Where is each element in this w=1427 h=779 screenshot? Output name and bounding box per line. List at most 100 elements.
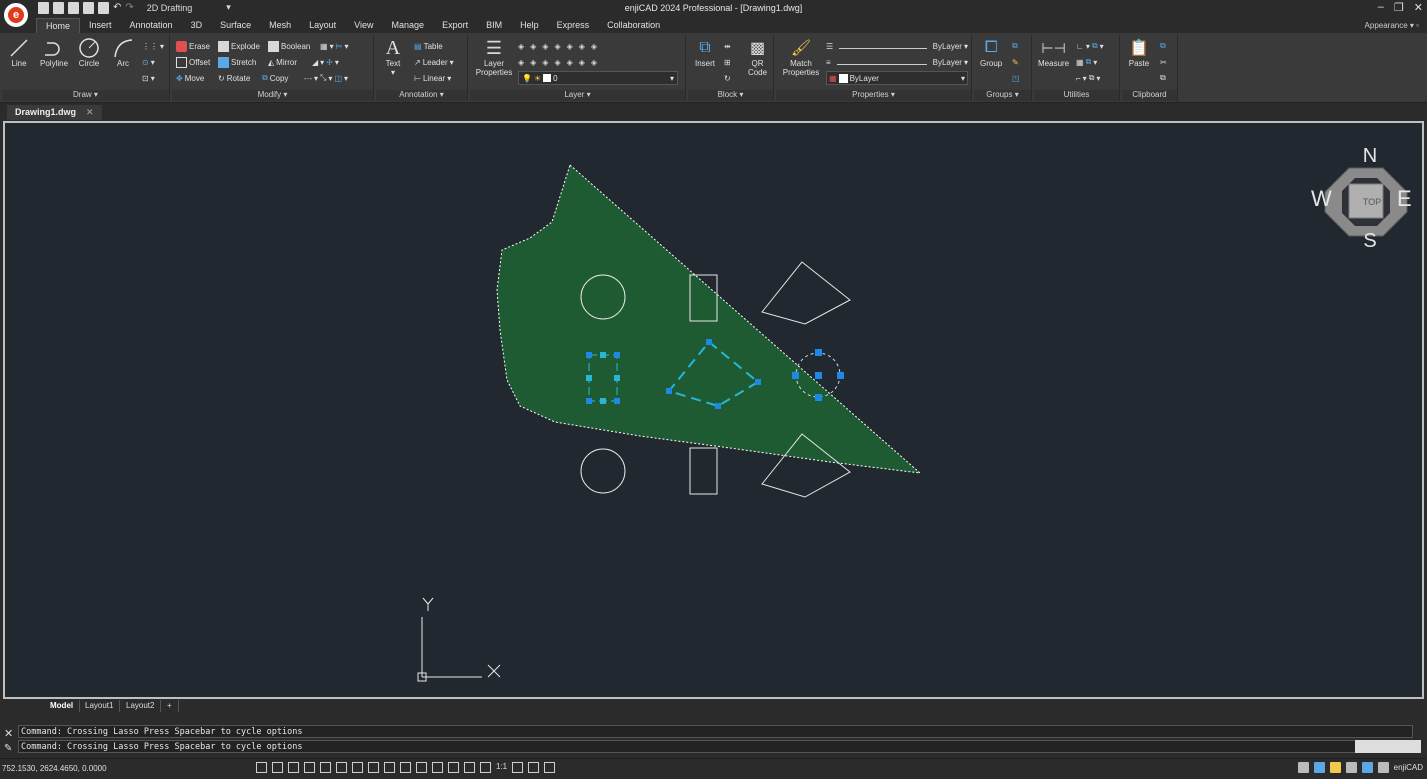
tab-surface[interactable]: Surface bbox=[211, 18, 260, 33]
close-tab-icon[interactable]: ✕ bbox=[86, 107, 94, 118]
circle-shape-bottom[interactable] bbox=[580, 448, 626, 494]
layout-tab-add[interactable]: + bbox=[161, 700, 179, 712]
text-button[interactable]: A Text ▾ bbox=[382, 37, 404, 78]
osnap-icon[interactable] bbox=[320, 762, 331, 773]
copy-button[interactable]: ⧉ Copy bbox=[262, 71, 288, 85]
hardware-icon[interactable] bbox=[1345, 762, 1357, 773]
calculator-button[interactable]: ▦ ⧉ ▾ bbox=[1076, 55, 1097, 69]
table-button[interactable]: ▤ Table bbox=[414, 39, 443, 53]
isolate-icon[interactable] bbox=[448, 762, 459, 773]
transparency-icon[interactable] bbox=[400, 762, 411, 773]
layer-select[interactable]: 💡 ☀ 0 ▾ bbox=[518, 71, 678, 85]
fullscreen-icon[interactable] bbox=[1377, 762, 1389, 773]
group-edit-button[interactable]: ✎ bbox=[1012, 55, 1019, 69]
qr-code-button[interactable]: ▩ QR Code bbox=[742, 37, 773, 77]
settings-icon[interactable] bbox=[1297, 762, 1309, 773]
linetype-select[interactable]: ☰ ByLayer ▾ bbox=[826, 39, 968, 53]
panel-title-properties[interactable]: Properties ▾ bbox=[776, 90, 971, 101]
layout-tab-layout2[interactable]: Layout2 bbox=[120, 700, 162, 712]
erase-button[interactable]: Erase bbox=[176, 39, 210, 53]
otrack-icon[interactable] bbox=[336, 762, 347, 773]
rectangle-shape-bottom[interactable] bbox=[689, 447, 718, 495]
panel-title-block[interactable]: Block ▾ bbox=[688, 90, 773, 101]
command-input[interactable]: Command: Crossing Lasso Press Spacebar t… bbox=[18, 740, 1413, 753]
block-attr-button[interactable]: ⊞ bbox=[724, 55, 731, 69]
group-button[interactable]: ⧠ Group bbox=[980, 37, 1002, 68]
block-create-button[interactable]: ↻ bbox=[724, 71, 731, 85]
panel-title-groups[interactable]: Groups ▾ bbox=[974, 90, 1031, 101]
panel-title-layer[interactable]: Layer ▾ bbox=[470, 90, 685, 101]
tab-express[interactable]: Express bbox=[548, 18, 599, 33]
stretch-button[interactable]: Stretch bbox=[218, 55, 256, 69]
annotation-scale[interactable]: 1:1 bbox=[496, 762, 507, 773]
paste-button[interactable]: 📋 Paste bbox=[1128, 37, 1150, 68]
viewcube-north-label[interactable]: N bbox=[1358, 145, 1382, 168]
tab-export[interactable]: Export bbox=[433, 18, 477, 33]
appearance-menu[interactable]: Appearance ▾ ▫ bbox=[1365, 21, 1419, 30]
clean-screen-icon[interactable] bbox=[544, 762, 556, 773]
isolate-objects-icon[interactable] bbox=[1361, 762, 1373, 773]
tab-help[interactable]: Help bbox=[511, 18, 548, 33]
block-edit-button[interactable]: ⇹ bbox=[724, 39, 731, 53]
match-properties-button[interactable]: 🖌 Match Properties bbox=[780, 37, 822, 77]
tab-3d[interactable]: 3D bbox=[182, 18, 212, 33]
dyn-icon[interactable] bbox=[368, 762, 379, 773]
grid-icon[interactable] bbox=[256, 762, 267, 773]
layer-properties-button[interactable]: ☰ Layer Properties bbox=[474, 37, 514, 78]
ortho-icon[interactable] bbox=[288, 762, 299, 773]
arc-button[interactable]: Arc bbox=[112, 37, 134, 68]
rectangle-button[interactable]: ⊡ ▾ bbox=[142, 71, 155, 85]
annotation-monitor-icon[interactable] bbox=[432, 762, 443, 773]
quick-properties-icon[interactable] bbox=[528, 762, 540, 773]
break-button[interactable]: -·- ▾ ⤡ ▾ ◫ ▾ bbox=[304, 71, 348, 85]
lineweight-select[interactable]: ≡ ByLayer ▾ bbox=[826, 55, 968, 69]
viewcube-west-label[interactable]: W bbox=[1311, 186, 1332, 212]
viewcube-east-label[interactable]: E bbox=[1397, 186, 1412, 212]
copy-clip-button[interactable]: ⧉ bbox=[1160, 39, 1166, 53]
tab-insert[interactable]: Insert bbox=[80, 18, 121, 33]
cut-button[interactable]: ✂ bbox=[1160, 55, 1167, 69]
tab-manage[interactable]: Manage bbox=[383, 18, 434, 33]
lock-icon[interactable] bbox=[1313, 762, 1325, 773]
ducs-icon[interactable] bbox=[352, 762, 363, 773]
tab-bim[interactable]: BIM bbox=[477, 18, 511, 33]
boolean-button[interactable]: Boolean bbox=[268, 39, 310, 53]
hatch-button[interactable]: ⋮⋮ ▾ bbox=[142, 39, 164, 53]
array-button[interactable]: ▦ ▾ ⊨ ▾ bbox=[320, 39, 349, 53]
offset-button[interactable]: Offset bbox=[176, 55, 210, 69]
restore-icon[interactable]: ❐ bbox=[1394, 1, 1404, 14]
minimize-icon[interactable]: – bbox=[1378, 1, 1384, 14]
layout-tab-model[interactable]: Model bbox=[44, 700, 81, 712]
tab-collaboration[interactable]: Collaboration bbox=[598, 18, 669, 33]
leader-button[interactable]: ↗ Leader ▾ bbox=[414, 55, 454, 69]
command-scrollbar[interactable] bbox=[1355, 740, 1421, 753]
tab-annotation[interactable]: Annotation bbox=[121, 18, 182, 33]
tab-home[interactable]: Home bbox=[36, 18, 81, 33]
panel-title-annotation[interactable]: Annotation ▾ bbox=[376, 90, 467, 101]
measure-button[interactable]: ⊢⊣ Measure bbox=[1038, 37, 1069, 69]
fillet-button[interactable]: ◢ ▾ ✢ ▾ bbox=[312, 55, 339, 69]
lineweight-toggle-icon[interactable] bbox=[384, 762, 395, 773]
layout-tab-layout1[interactable]: Layout1 bbox=[79, 700, 121, 712]
ungroup-button[interactable]: ⧉ bbox=[1012, 39, 1018, 53]
tab-mesh[interactable]: Mesh bbox=[260, 18, 300, 33]
color-select[interactable]: ▦ ByLayer ▾ bbox=[826, 71, 968, 85]
circle-button[interactable]: Circle bbox=[78, 37, 100, 68]
insert-block-button[interactable]: ⧉ Insert bbox=[694, 37, 716, 68]
tab-layout[interactable]: Layout bbox=[300, 18, 345, 33]
ellipse-button[interactable]: ⊙ ▾ bbox=[142, 55, 155, 69]
selection-cycling-icon[interactable] bbox=[416, 762, 427, 773]
units-icon[interactable] bbox=[512, 762, 524, 773]
id-point-button[interactable]: ∟ ▾ ⧉ ▾ bbox=[1076, 39, 1104, 53]
drawing-svg[interactable] bbox=[5, 123, 1422, 697]
viewcube-south-label[interactable]: S bbox=[1358, 230, 1382, 253]
move-button[interactable]: ✥ Move bbox=[176, 71, 204, 85]
line-button[interactable]: Line bbox=[8, 37, 30, 68]
annotation-visibility-icon[interactable] bbox=[480, 762, 491, 773]
panel-title-modify[interactable]: Modify ▾ bbox=[172, 90, 373, 101]
workspace-icon[interactable] bbox=[464, 762, 475, 773]
document-tab[interactable]: Drawing1.dwg ✕ bbox=[7, 105, 102, 120]
linear-button[interactable]: ⊢ Linear ▾ bbox=[414, 71, 451, 85]
panel-title-draw[interactable]: Draw ▾ bbox=[2, 90, 169, 101]
app-menu-button[interactable]: e bbox=[4, 3, 28, 27]
